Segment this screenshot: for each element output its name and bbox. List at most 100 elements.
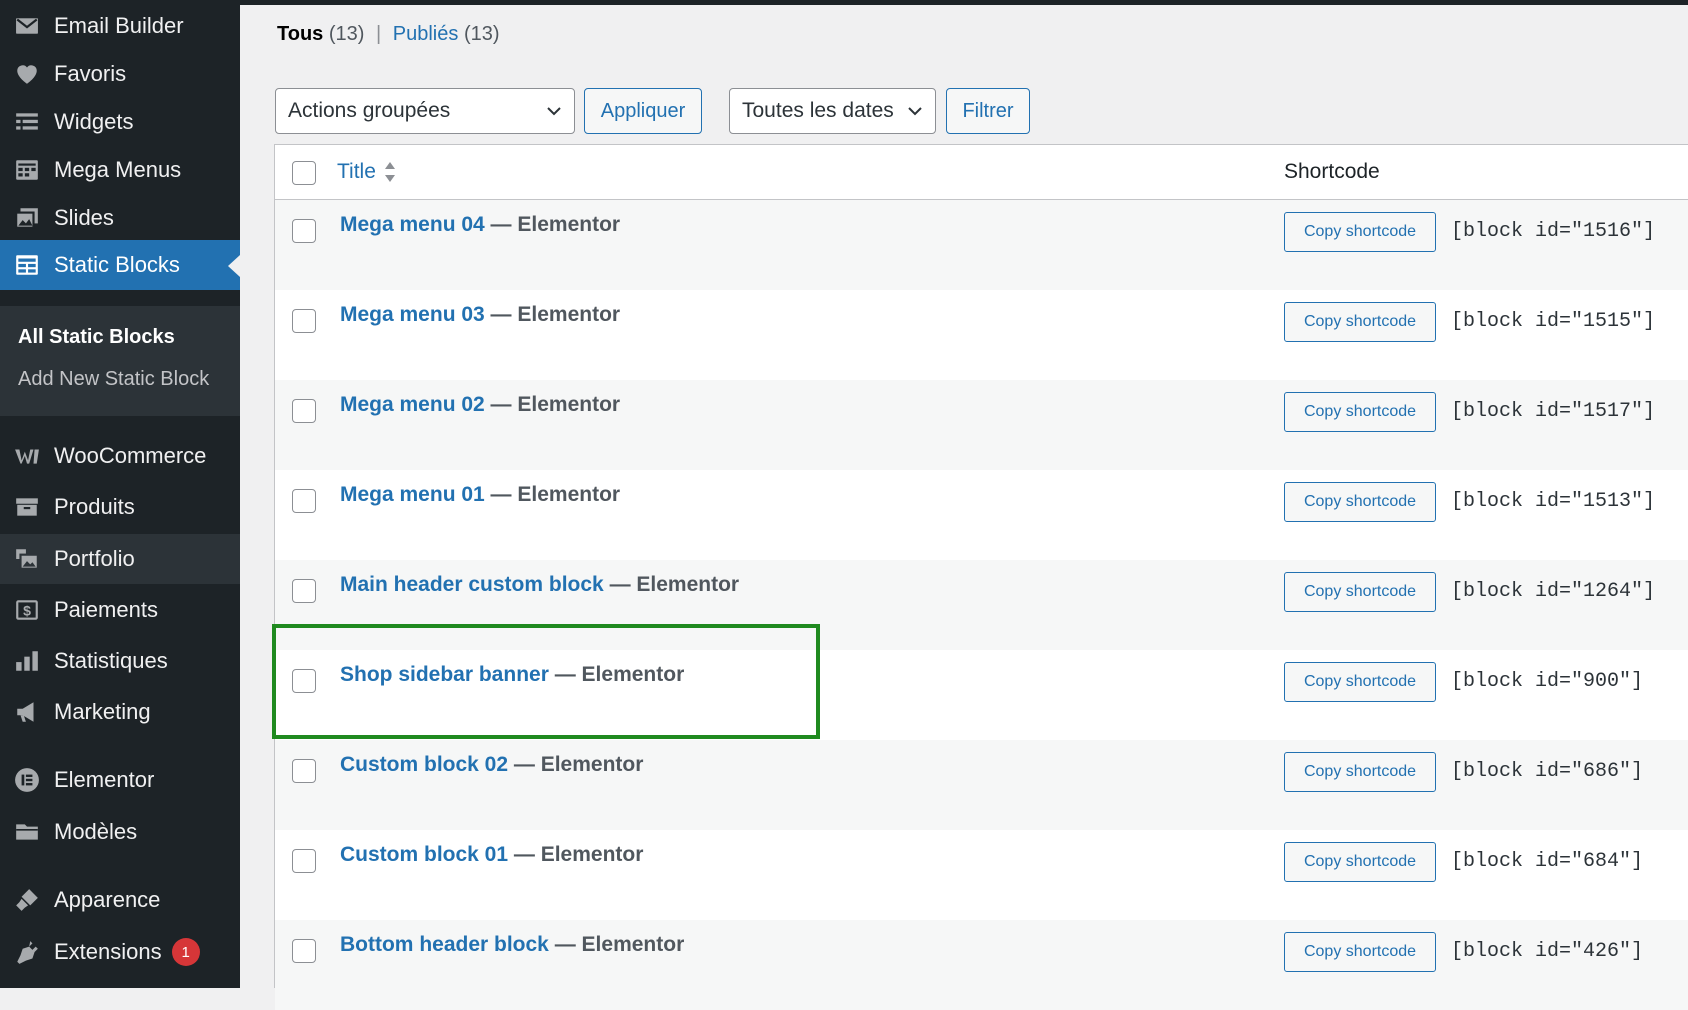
menu-item-label: Widgets bbox=[54, 109, 134, 134]
shortcode-value: [block id="1515"] bbox=[1451, 310, 1656, 333]
shortcode-value: [block id="426"] bbox=[1451, 940, 1644, 963]
row-post-state: — Elementor bbox=[484, 393, 621, 416]
apply-button[interactable]: Appliquer bbox=[584, 88, 702, 134]
menu-item-modeles[interactable]: Modèles bbox=[0, 807, 240, 857]
row-title: Custom block 02 — Elementor bbox=[340, 753, 643, 777]
menu-item-label: Apparence bbox=[54, 887, 161, 912]
menu-item-label: Paiements bbox=[54, 597, 158, 622]
copy-shortcode-button[interactable]: Copy shortcode bbox=[1284, 482, 1436, 522]
row-post-state: — Elementor bbox=[484, 213, 621, 236]
menu-item-email-builder[interactable]: Email Builder bbox=[0, 1, 240, 51]
bulk-actions-select[interactable]: Actions groupées bbox=[275, 88, 575, 134]
row-title-link[interactable]: Main header custom block bbox=[340, 573, 604, 596]
copy-shortcode-button[interactable]: Copy shortcode bbox=[1284, 392, 1436, 432]
row-title-link[interactable]: Mega menu 02 bbox=[340, 393, 485, 416]
select-all-checkbox[interactable] bbox=[292, 161, 316, 185]
stats-icon bbox=[0, 648, 54, 674]
menu-item-label: Elementor bbox=[54, 767, 155, 792]
row-title-link[interactable]: Bottom header block bbox=[340, 933, 549, 956]
copy-shortcode-button[interactable]: Copy shortcode bbox=[1284, 662, 1436, 702]
date-filter-select[interactable]: Toutes les dates bbox=[729, 88, 936, 134]
column-shortcode-label: Shortcode bbox=[1284, 160, 1380, 183]
column-title-label: Title bbox=[337, 160, 376, 183]
row-checkbox[interactable] bbox=[292, 669, 316, 693]
row-post-state: — Elementor bbox=[508, 753, 644, 776]
submenu-add-new-static-block[interactable]: Add New Static Block bbox=[18, 368, 209, 391]
folder-icon bbox=[0, 819, 54, 845]
row-title: Bottom header block — Elementor bbox=[340, 933, 684, 957]
menu-item-woocommerce[interactable]: WooCommerce bbox=[0, 431, 240, 481]
menu-item-produits[interactable]: Produits bbox=[0, 482, 240, 532]
shortcode-value: [block id="1516"] bbox=[1451, 220, 1656, 243]
copy-shortcode-button[interactable]: Copy shortcode bbox=[1284, 212, 1436, 252]
menu-item-label: Marketing bbox=[54, 699, 151, 724]
menu-item-label: Statistiques bbox=[54, 648, 168, 673]
row-title-link[interactable]: Custom block 01 bbox=[340, 843, 508, 866]
menu-item-marketing[interactable]: Marketing bbox=[0, 687, 240, 737]
row-title: Main header custom block — Elementor bbox=[340, 573, 739, 597]
menu-item-slides[interactable]: Slides bbox=[0, 193, 240, 243]
menu-item-label: Portfolio bbox=[54, 546, 135, 571]
view-all-label[interactable]: Tous bbox=[277, 23, 323, 45]
submenu-all-static-blocks[interactable]: All Static Blocks bbox=[18, 326, 175, 349]
admin-top-bar bbox=[0, 0, 1688, 5]
row-checkbox[interactable] bbox=[292, 759, 316, 783]
menu-item-extensions[interactable]: Extensions 1 bbox=[0, 927, 240, 977]
chevron-down-icon bbox=[547, 107, 561, 116]
row-checkbox[interactable] bbox=[292, 939, 316, 963]
row-title: Mega menu 01 — Elementor bbox=[340, 483, 620, 507]
row-checkbox[interactable] bbox=[292, 579, 316, 603]
row-checkbox[interactable] bbox=[292, 399, 316, 423]
menu-item-elementor[interactable]: Elementor bbox=[0, 755, 240, 805]
menu-item-widgets[interactable]: Widgets bbox=[0, 97, 240, 147]
menu-item-favoris[interactable]: Favoris bbox=[0, 49, 240, 99]
row-title: Mega menu 04 — Elementor bbox=[340, 213, 620, 237]
copy-shortcode-button[interactable]: Copy shortcode bbox=[1284, 302, 1436, 342]
menu-item-label: Favoris bbox=[54, 61, 127, 86]
static-blocks-icon bbox=[0, 252, 54, 278]
menu-item-statistiques[interactable]: Statistiques bbox=[0, 636, 240, 686]
copy-shortcode-button[interactable]: Copy shortcode bbox=[1284, 572, 1436, 612]
shortcode-value: [block id="684"] bbox=[1451, 850, 1644, 873]
menu-item-portfolio[interactable]: Portfolio bbox=[0, 534, 240, 584]
row-checkbox[interactable] bbox=[292, 489, 316, 513]
view-all-count: (13) bbox=[328, 23, 365, 45]
menu-item-label: Produits bbox=[54, 494, 135, 519]
row-title-link[interactable]: Mega menu 03 bbox=[340, 303, 485, 326]
copy-shortcode-button[interactable]: Copy shortcode bbox=[1284, 842, 1436, 882]
menu-item-paiements[interactable]: $ Paiements bbox=[0, 585, 240, 635]
row-checkbox[interactable] bbox=[292, 219, 316, 243]
row-title-link[interactable]: Custom block 02 bbox=[340, 753, 508, 776]
shortcode-value: [block id="1264"] bbox=[1451, 580, 1656, 603]
filter-button[interactable]: Filtrer bbox=[946, 88, 1030, 134]
menu-item-apparence[interactable]: Apparence bbox=[0, 875, 240, 925]
menu-item-static-blocks[interactable]: Static Blocks bbox=[0, 240, 240, 290]
copy-shortcode-button[interactable]: Copy shortcode bbox=[1284, 932, 1436, 972]
shortcode-value: [block id="686"] bbox=[1451, 760, 1644, 783]
row-post-state: — Elementor bbox=[603, 573, 740, 596]
row-checkbox[interactable] bbox=[292, 309, 316, 333]
products-icon bbox=[0, 494, 54, 520]
menu-item-label: Email Builder bbox=[54, 13, 184, 38]
plugin-icon bbox=[0, 939, 54, 965]
copy-shortcode-button[interactable]: Copy shortcode bbox=[1284, 752, 1436, 792]
table-row: Mega menu 03 — Elementor Copy shortcode … bbox=[275, 290, 1688, 380]
row-title-link[interactable]: Mega menu 01 bbox=[340, 483, 485, 506]
row-title: Shop sidebar banner — Elementor bbox=[340, 663, 684, 687]
table-row: Main header custom block — Elementor Cop… bbox=[275, 560, 1688, 650]
menu-item-label: Extensions bbox=[54, 939, 162, 964]
column-title-sort[interactable]: Title bbox=[337, 160, 396, 184]
view-published-link[interactable]: Publiés bbox=[393, 23, 459, 45]
menu-item-label: Slides bbox=[54, 205, 114, 230]
table-row: Custom block 02 — Elementor Copy shortco… bbox=[275, 740, 1688, 830]
static-blocks-submenu: All Static Blocks Add New Static Block bbox=[0, 306, 240, 416]
row-title-link[interactable]: Mega menu 04 bbox=[340, 213, 485, 236]
static-blocks-table: Title Shortcode Mega menu 04 — Elementor… bbox=[274, 144, 1688, 1010]
menu-item-label: WooCommerce bbox=[54, 443, 207, 468]
row-checkbox[interactable] bbox=[292, 849, 316, 873]
row-post-state: — Elementor bbox=[548, 933, 685, 956]
menu-item-mega-menus[interactable]: Mega Menus bbox=[0, 145, 240, 195]
row-title: Custom block 01 — Elementor bbox=[340, 843, 643, 867]
row-title-link[interactable]: Shop sidebar banner bbox=[340, 663, 549, 686]
table-row: Custom block 01 — Elementor Copy shortco… bbox=[275, 830, 1688, 920]
